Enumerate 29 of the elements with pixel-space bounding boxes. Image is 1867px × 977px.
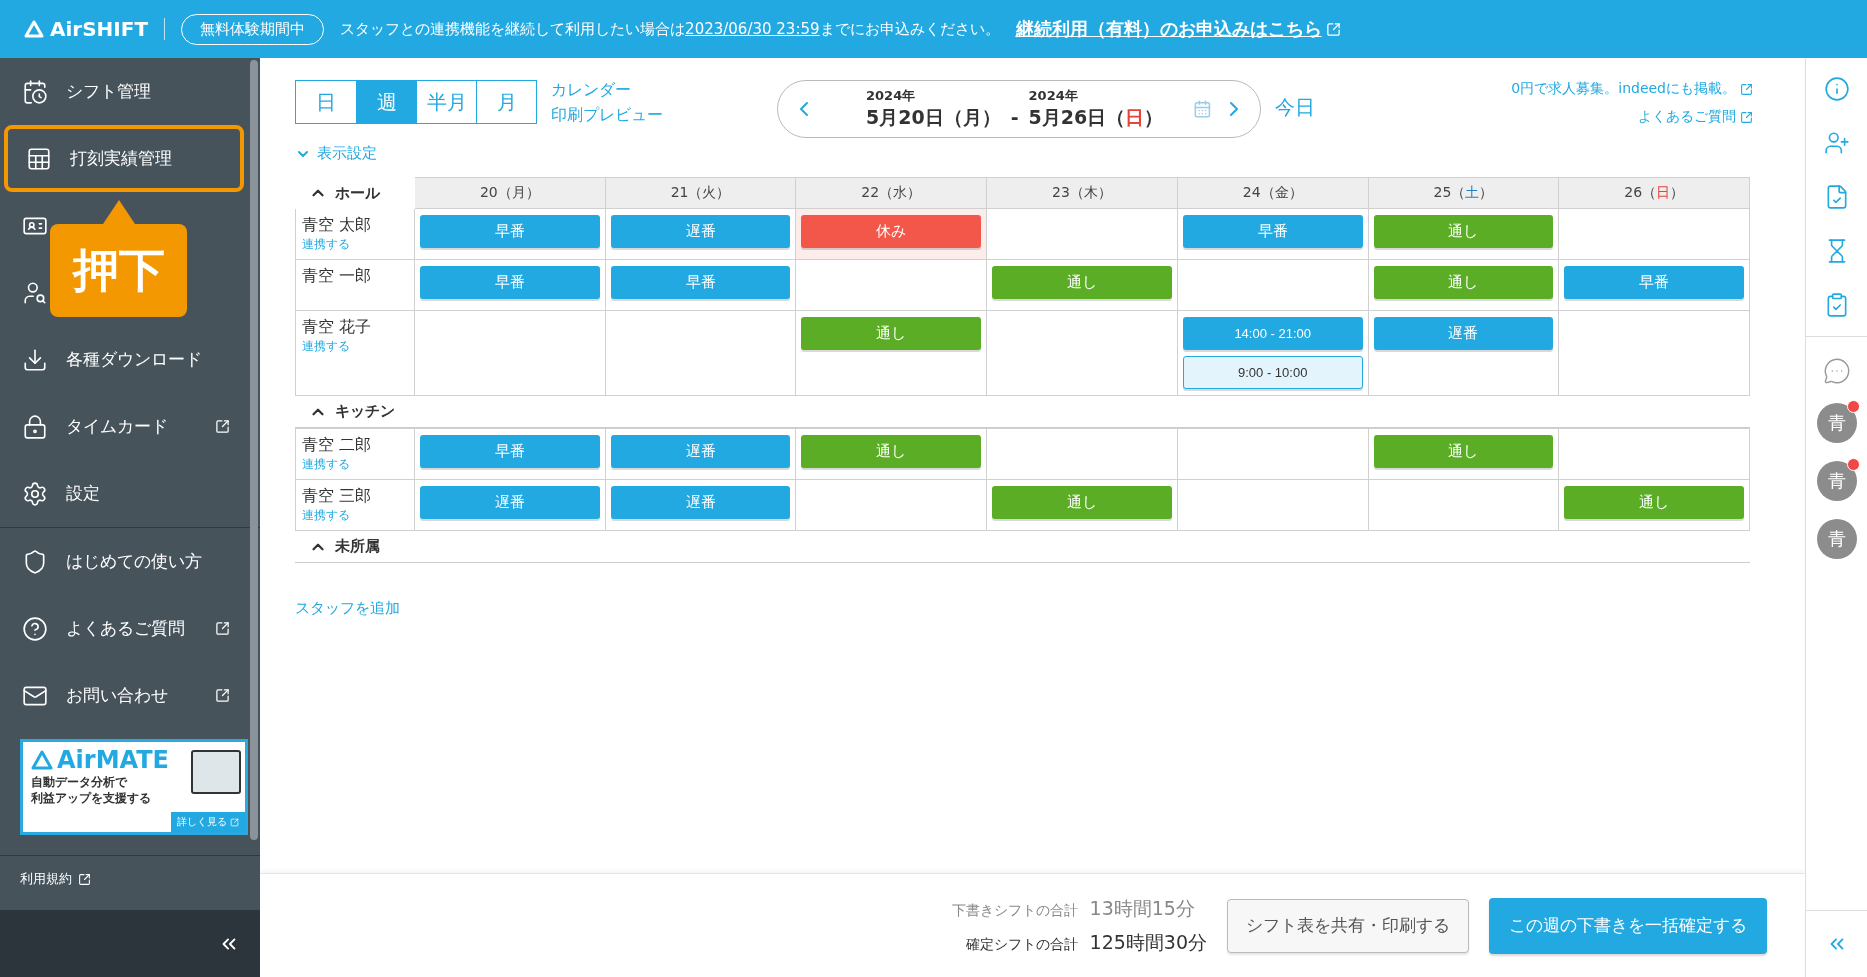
ad-text: 自動データ分析で — [31, 774, 129, 791]
day-header: 25（土） — [1368, 177, 1560, 209]
staff-name: 青空 花子 — [302, 317, 373, 338]
day-header: 23（木） — [987, 177, 1178, 209]
day-header: 21（火） — [605, 177, 797, 209]
staff-name: 青空 一郎 — [302, 266, 373, 287]
total-value: 125時間30分 — [1089, 929, 1207, 955]
total-value: 13時間15分 — [1089, 895, 1196, 921]
range-separator: - — [1010, 106, 1019, 128]
staff-name: 青空 太郎 — [302, 215, 373, 236]
end-date: 5月26日（日） — [1028, 105, 1164, 130]
day-header: 20（月） — [415, 177, 606, 209]
day-header: 22（水） — [796, 177, 988, 209]
ad-text: 利益アップを支援する — [31, 790, 152, 807]
year-label: 2024年 — [1028, 87, 1078, 105]
year-label: 2024年 — [866, 87, 916, 105]
total-label: 下書きシフトの合計 — [951, 901, 1078, 920]
notice-text: スタッフとの連携機能を継続して利用したい場合は — [340, 19, 686, 39]
total-label: 確定シフトの合計 — [964, 935, 1078, 954]
notice-text: までにお申込みください。 — [819, 19, 1000, 39]
callout-tooltip: 押下 — [50, 200, 187, 317]
deadline-date: 2023/06/30 23:59 — [685, 19, 820, 39]
app-logo: AirSHIFT — [24, 17, 149, 41]
day-header: 24（金） — [1177, 177, 1369, 209]
start-date: 5月20日（月） — [866, 105, 1001, 130]
ad-logo: AirMATE — [57, 746, 169, 774]
staff-name: 青空 二郎 — [302, 435, 373, 456]
staff-name: 青空 三郎 — [302, 486, 373, 507]
day-header: 26（日） — [1559, 177, 1750, 209]
